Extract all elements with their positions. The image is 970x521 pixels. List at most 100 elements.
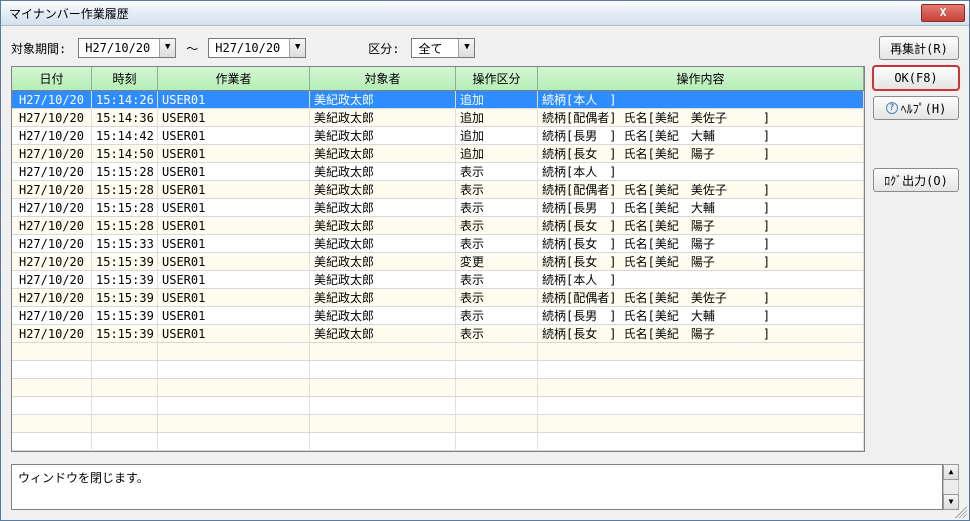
cell-detail: 続柄[長女 ] 氏名[美紀 陽子 ] xyxy=(538,145,864,162)
cell-user: USER01 xyxy=(158,217,310,234)
cell-date: H27/10/20 xyxy=(12,91,92,108)
status-text-box: ウィンドウを閉じます。 xyxy=(11,464,943,510)
col-detail[interactable]: 操作内容 xyxy=(538,67,864,90)
cell-date: H27/10/20 xyxy=(12,181,92,198)
table-row[interactable]: H27/10/2015:15:39USER01美紀政太郎表示続柄[長男 ] 氏名… xyxy=(12,307,864,325)
cell-detail: 続柄[長男 ] 氏名[美紀 大輔 ] xyxy=(538,127,864,144)
date-from-value: H27/10/20 xyxy=(79,41,159,55)
cell-detail: 続柄[本人 ] xyxy=(538,91,864,108)
log-output-button[interactable]: ﾛｸﾞ出力(O) xyxy=(873,168,959,192)
cell-target: 美紀政太郎 xyxy=(310,289,456,306)
cell-date: H27/10/20 xyxy=(12,289,92,306)
col-op[interactable]: 操作区分 xyxy=(456,67,538,90)
filter-row: 対象期間: H27/10/20 ▼ ～ H27/10/20 ▼ 区分: 全て ▼… xyxy=(11,36,959,60)
cell-op: 表示 xyxy=(456,163,538,180)
table-row[interactable]: H27/10/2015:15:28USER01美紀政太郎表示続柄[長男 ] 氏名… xyxy=(12,199,864,217)
cell-target: 美紀政太郎 xyxy=(310,109,456,126)
col-date[interactable]: 日付 xyxy=(12,67,92,90)
cell-detail: 続柄[配偶者] 氏名[美紀 美佐子 ] xyxy=(538,289,864,306)
cell-date: H27/10/20 xyxy=(12,271,92,288)
ok-button[interactable]: OK(F8) xyxy=(873,66,959,90)
cell-user: USER01 xyxy=(158,271,310,288)
cell-target: 美紀政太郎 xyxy=(310,91,456,108)
cell-op: 追加 xyxy=(456,109,538,126)
cell-date: H27/10/20 xyxy=(12,217,92,234)
table-row[interactable]: H27/10/2015:15:28USER01美紀政太郎表示続柄[配偶者] 氏名… xyxy=(12,181,864,199)
col-user[interactable]: 作業者 xyxy=(158,67,310,90)
cell-time: 15:14:26 xyxy=(92,91,158,108)
dropdown-arrow-icon[interactable]: ▼ xyxy=(289,39,305,57)
help-button[interactable]: ? ﾍﾙﾌﾟ(H) xyxy=(873,96,959,120)
cell-date: H27/10/20 xyxy=(12,145,92,162)
cell-time: 15:15:28 xyxy=(92,163,158,180)
history-grid: 日付 時刻 作業者 対象者 操作区分 操作内容 H27/10/2015:14:2… xyxy=(11,66,865,452)
table-row[interactable]: H27/10/2015:15:28USER01美紀政太郎表示続柄[長女 ] 氏名… xyxy=(12,217,864,235)
cell-date: H27/10/20 xyxy=(12,109,92,126)
cell-user: USER01 xyxy=(158,307,310,324)
help-label: ﾍﾙﾌﾟ(H) xyxy=(901,100,947,117)
col-time[interactable]: 時刻 xyxy=(92,67,158,90)
date-to-value: H27/10/20 xyxy=(209,41,289,55)
status-scrollbar[interactable]: ▲ ▼ xyxy=(943,464,959,510)
cell-target: 美紀政太郎 xyxy=(310,307,456,324)
cell-time: 15:15:28 xyxy=(92,217,158,234)
dropdown-arrow-icon[interactable]: ▼ xyxy=(458,39,474,57)
table-row[interactable]: H27/10/2015:15:39USER01美紀政太郎表示続柄[長女 ] 氏名… xyxy=(12,325,864,343)
col-target[interactable]: 対象者 xyxy=(310,67,456,90)
table-row[interactable]: H27/10/2015:14:36USER01美紀政太郎追加続柄[配偶者] 氏名… xyxy=(12,109,864,127)
cell-target: 美紀政太郎 xyxy=(310,199,456,216)
cell-target: 美紀政太郎 xyxy=(310,163,456,180)
cell-detail: 続柄[配偶者] 氏名[美紀 美佐子 ] xyxy=(538,181,864,198)
tilde-separator: ～ xyxy=(186,40,198,57)
table-row-empty xyxy=(12,433,864,451)
cell-time: 15:15:39 xyxy=(92,289,158,306)
cell-user: USER01 xyxy=(158,163,310,180)
cell-op: 追加 xyxy=(456,127,538,144)
kubun-label: 区分: xyxy=(368,40,399,57)
close-button[interactable]: X xyxy=(921,4,965,22)
cell-op: 変更 xyxy=(456,253,538,270)
table-row[interactable]: H27/10/2015:15:33USER01美紀政太郎表示続柄[長女 ] 氏名… xyxy=(12,235,864,253)
table-row[interactable]: H27/10/2015:14:50USER01美紀政太郎追加続柄[長女 ] 氏名… xyxy=(12,145,864,163)
cell-time: 15:15:39 xyxy=(92,325,158,342)
table-row[interactable]: H27/10/2015:15:39USER01美紀政太郎表示続柄[本人 ] xyxy=(12,271,864,289)
cell-time: 15:14:42 xyxy=(92,127,158,144)
cell-user: USER01 xyxy=(158,253,310,270)
cell-op: 追加 xyxy=(456,145,538,162)
cell-detail: 続柄[本人 ] xyxy=(538,271,864,288)
cell-target: 美紀政太郎 xyxy=(310,217,456,234)
cell-detail: 続柄[長男 ] 氏名[美紀 大輔 ] xyxy=(538,199,864,216)
recalc-button[interactable]: 再集計(R) xyxy=(879,36,959,60)
date-to-combo[interactable]: H27/10/20 ▼ xyxy=(208,38,306,58)
title-bar: マイナンバー作業履歴 X xyxy=(1,1,969,26)
cell-user: USER01 xyxy=(158,127,310,144)
grid-header: 日付 時刻 作業者 対象者 操作区分 操作内容 xyxy=(12,67,864,91)
scroll-up-icon[interactable]: ▲ xyxy=(943,464,959,480)
resize-grip-icon[interactable] xyxy=(955,506,967,518)
cell-user: USER01 xyxy=(158,325,310,342)
cell-op: 追加 xyxy=(456,91,538,108)
cell-detail: 続柄[長男 ] 氏名[美紀 大輔 ] xyxy=(538,307,864,324)
cell-user: USER01 xyxy=(158,91,310,108)
cell-date: H27/10/20 xyxy=(12,163,92,180)
cell-detail: 続柄[長女 ] 氏名[美紀 陽子 ] xyxy=(538,253,864,270)
table-row[interactable]: H27/10/2015:14:42USER01美紀政太郎追加続柄[長男 ] 氏名… xyxy=(12,127,864,145)
status-text: ウィンドウを閉じます。 xyxy=(18,471,149,485)
side-buttons: OK(F8) ? ﾍﾙﾌﾟ(H) ﾛｸﾞ出力(O) xyxy=(873,66,959,452)
table-row[interactable]: H27/10/2015:15:28USER01美紀政太郎表示続柄[本人 ] xyxy=(12,163,864,181)
kubun-combo[interactable]: 全て ▼ xyxy=(411,38,475,58)
cell-date: H27/10/20 xyxy=(12,199,92,216)
cell-time: 15:15:39 xyxy=(92,271,158,288)
table-row-empty xyxy=(12,361,864,379)
table-row[interactable]: H27/10/2015:14:26USER01美紀政太郎追加続柄[本人 ] xyxy=(12,91,864,109)
dropdown-arrow-icon[interactable]: ▼ xyxy=(159,39,175,57)
date-from-combo[interactable]: H27/10/20 ▼ xyxy=(78,38,176,58)
scroll-track[interactable] xyxy=(943,480,959,494)
window-frame: マイナンバー作業履歴 X 対象期間: H27/10/20 ▼ ～ H27/10/… xyxy=(0,0,970,521)
cell-time: 15:15:33 xyxy=(92,235,158,252)
cell-user: USER01 xyxy=(158,235,310,252)
table-row[interactable]: H27/10/2015:15:39USER01美紀政太郎変更続柄[長女 ] 氏名… xyxy=(12,253,864,271)
status-bar: ウィンドウを閉じます。 ▲ ▼ xyxy=(11,458,959,510)
table-row[interactable]: H27/10/2015:15:39USER01美紀政太郎表示続柄[配偶者] 氏名… xyxy=(12,289,864,307)
help-icon: ? xyxy=(886,102,898,114)
